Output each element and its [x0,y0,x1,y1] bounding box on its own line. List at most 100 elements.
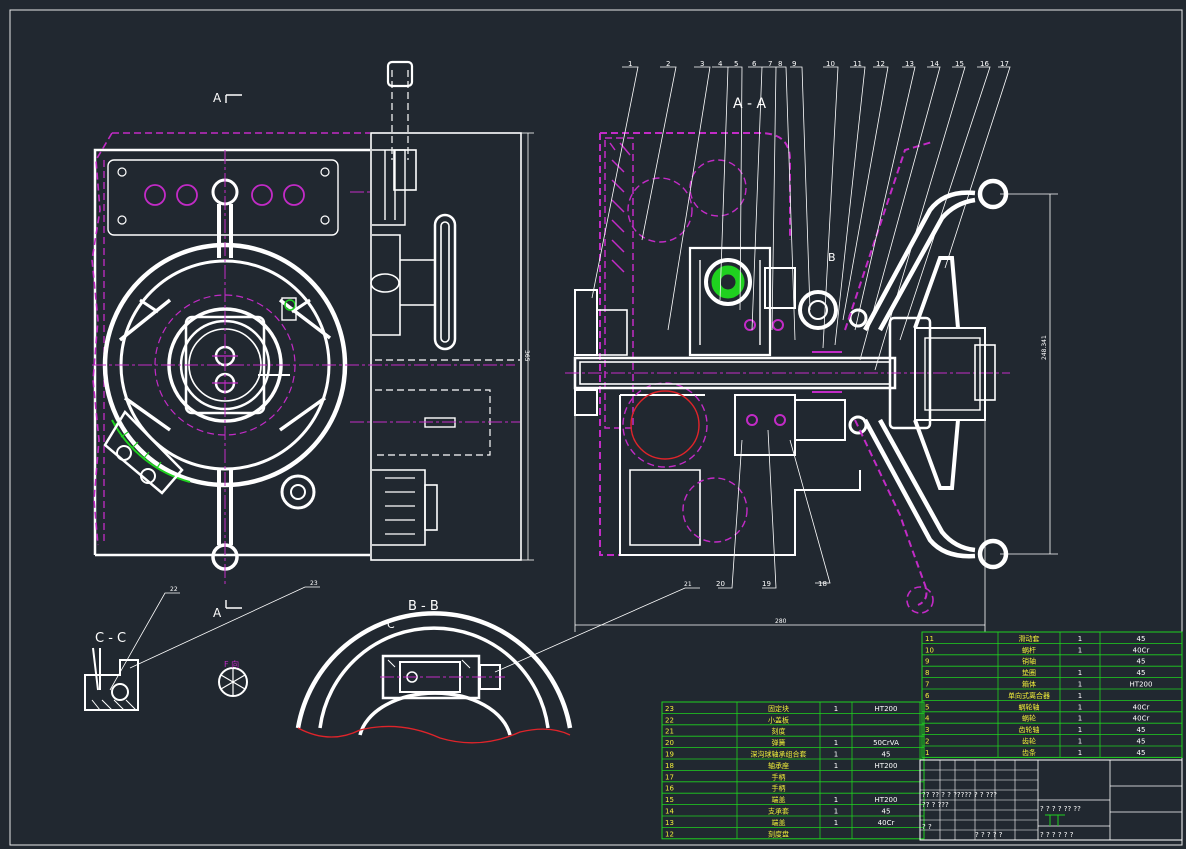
section-aa-view [565,66,1058,632]
callout-5: 5 [734,60,738,68]
section-mark-c: C [387,618,395,631]
bom-no: 12 [665,830,674,838]
bom-name: 蜗轮 [1022,714,1036,723]
callout-7: 7 [768,60,772,68]
bom-no: 9 [925,658,929,666]
bom-name: 端盖 [772,818,786,827]
bom-qty: 1 [834,762,838,770]
bom-qty: 1 [1078,726,1082,734]
bom-qty: 1 [1078,692,1082,700]
callout-8: 8 [778,60,782,68]
callout-19: 19 [762,580,771,588]
bom-name: 刻度盘 [768,829,789,838]
bom-name: 蜗轮轴 [1019,702,1040,711]
bom-material: HT200 [875,796,898,804]
callout-11: 11 [853,60,862,68]
callout-16: 16 [980,60,989,68]
bom-material: 40Cr [1133,703,1150,711]
bom-qty: 1 [1078,703,1082,711]
bom-name: 端盖 [772,795,786,804]
bom-material: 45 [1137,669,1146,677]
bom-name: 小盖板 [768,715,789,724]
callout-13: 13 [905,60,914,68]
callout-23: 23 [310,580,318,587]
bom-qty: 1 [1078,669,1082,677]
bom-no: 19 [665,751,674,759]
bom-name: 深沟球轴承组合套 [751,750,807,759]
bom-no: 3 [925,726,929,734]
section-aa-label: A - A [733,96,767,112]
bom-no: 23 [665,705,674,713]
section-bb-label: B - B [408,599,439,614]
bom-material: 45 [1137,749,1146,757]
title-row-2: ?? ? ??? [922,801,949,809]
bom-no: 14 [665,808,674,816]
bom-no: 22 [665,716,674,724]
bom-material: 40Cr [1133,715,1150,723]
bom-name: 箱体 [1022,680,1036,689]
bom-qty: 1 [1078,738,1082,746]
bom-qty: 1 [834,705,838,713]
bom-qty: 1 [834,796,838,804]
bom-name: 齿轮 [1022,737,1036,746]
bom-qty: 1 [834,819,838,827]
bom-qty: 1 [834,751,838,759]
bom-no: 10 [925,646,934,654]
section-mark-b: B [828,251,836,264]
bom-name: 齿条 [1022,748,1036,757]
front-view [91,60,534,609]
callout-21: 21 [684,581,692,588]
bom-material: HT200 [875,705,898,713]
cad-drawing-canvas[interactable]: 23 固定块 1 HT20022 小盖板21 刻度20 弹簧 1 50CrVA19 深沟球轴承组合… [0,0,1186,849]
bom-no: 15 [665,796,674,804]
bom-qty: 1 [834,739,838,747]
bom-material: 45 [1137,658,1146,666]
title-row-4: ? ? [922,823,932,831]
section-mark-a-bottom: A [213,606,222,620]
bom-material: 45 [1137,726,1146,734]
bom-material: 45 [1137,738,1146,746]
callout-3: 3 [700,60,704,68]
bom-material: HT200 [1130,681,1153,689]
dimension-bottom-width: 280 [775,618,787,625]
bom-qty: 1 [1078,749,1082,757]
bom-table-left: 23 固定块 1 HT200 22 小盖板 21 刻度 20 弹簧 1 50CrVA 19 深沟球轴承组合… [661,701,925,840]
bom-no: 2 [925,738,929,746]
callout-12: 12 [876,60,885,68]
section-mark-a-top: A [213,91,222,105]
bom-name: 销轴 [1022,657,1036,666]
title-row-1: ?? ?? ? ? ????? ? ? ??? [922,791,997,799]
section-bb-view [295,587,700,744]
drawing-border [9,9,1183,846]
section-cc-label: C - C [95,631,126,646]
bom-name: 手柄 [772,772,786,781]
callout-1: 1 [628,60,632,68]
callout-14: 14 [930,60,939,68]
bom-qty: 1 [1078,715,1082,723]
bom-qty: 1 [834,808,838,816]
bom-material: 45 [882,751,891,759]
dimension-right-height: 248.341 [1041,335,1048,360]
bom-qty: 1 [1078,681,1082,689]
bom-no: 4 [925,715,930,723]
bom-no: 6 [925,692,930,700]
bom-name: 滑动套 [1019,634,1040,643]
bom-material: 45 [882,808,891,816]
callout-2: 2 [666,60,670,68]
bom-name: 弹簧 [772,738,786,747]
view-f-label: F 向 [224,659,239,669]
bom-material: HT200 [875,762,898,770]
dimension-left-height: 365 [523,350,530,362]
title-row-6: ? ? ? ? ? ? [1040,831,1074,839]
bom-no: 17 [665,773,674,781]
bom-no: 11 [925,635,934,643]
bom-name: 单向式离合器 [1008,691,1050,700]
callout-6: 6 [752,60,757,68]
section-cc-view [84,586,320,711]
bom-name: 蜗杆 [1022,645,1036,654]
callout-10: 10 [826,60,835,68]
bom-no: 20 [665,739,674,747]
callouts-top: 1 2 3 4 5 6 7 8 9 10 11 12 13 14 15 16 17 [628,60,1009,68]
bom-no: 21 [665,728,674,736]
bom-material: 50CrVA [873,739,899,747]
